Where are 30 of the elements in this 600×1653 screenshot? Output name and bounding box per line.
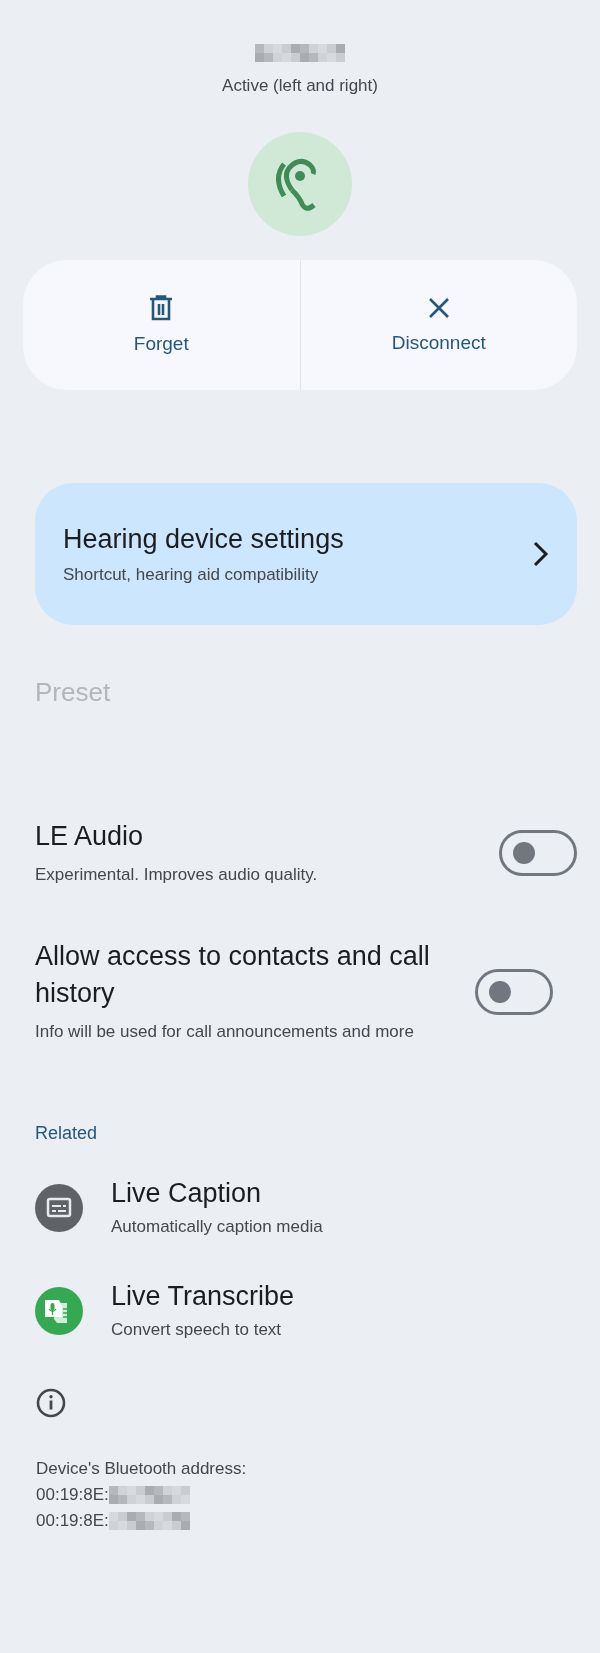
info-icon <box>36 1388 66 1418</box>
ear-icon <box>248 132 352 236</box>
app-link[interactable]: Live Transcribe Convert speech to text <box>35 1281 577 1340</box>
forget-button[interactable]: Forget <box>23 260 300 390</box>
card-subtitle: Shortcut, hearing aid compatibility <box>63 564 320 585</box>
toggle-switch[interactable] <box>475 968 553 1015</box>
captions-icon <box>35 1183 83 1232</box>
toggle-switch[interactable] <box>499 830 577 876</box>
settings-card[interactable]: Hearing device settings Shortcut, hearing aid compatibility <box>35 483 577 625</box>
link-subtitle: Automatically caption media <box>111 1217 323 1237</box>
preset-title: Preset <box>35 677 112 708</box>
link-title: Live Caption <box>111 1178 263 1209</box>
link-subtitle: Convert speech to text <box>111 1320 283 1340</box>
section-heading: Related <box>35 1123 99 1144</box>
setting-subtitle: Info will be used for call announcements and more <box>35 1021 415 1043</box>
setting-title: Allow access to contacts and call history <box>35 940 431 1010</box>
transcribe-icon <box>35 1286 83 1335</box>
card-title: Hearing device settings <box>63 523 345 555</box>
setting-title: LE Audio <box>35 820 145 853</box>
address-label: Device's Bluetooth address: <box>36 1458 247 1480</box>
disconnect-button[interactable]: Disconnect <box>300 260 577 390</box>
trash-icon <box>149 295 174 321</box>
setting-subtitle: Experimental. Improves audio quality. <box>35 864 319 886</box>
link-title: Live Transcribe <box>111 1281 295 1312</box>
chevron-right-icon <box>533 541 549 567</box>
device-status: Active (left and right) <box>222 76 378 96</box>
close-icon <box>426 296 451 320</box>
bluetooth-address: 00:19:8E: <box>36 1484 109 1506</box>
bluetooth-address: 00:19:8E: <box>36 1510 109 1532</box>
app-link[interactable]: Live Caption Automatically caption media <box>35 1178 577 1237</box>
